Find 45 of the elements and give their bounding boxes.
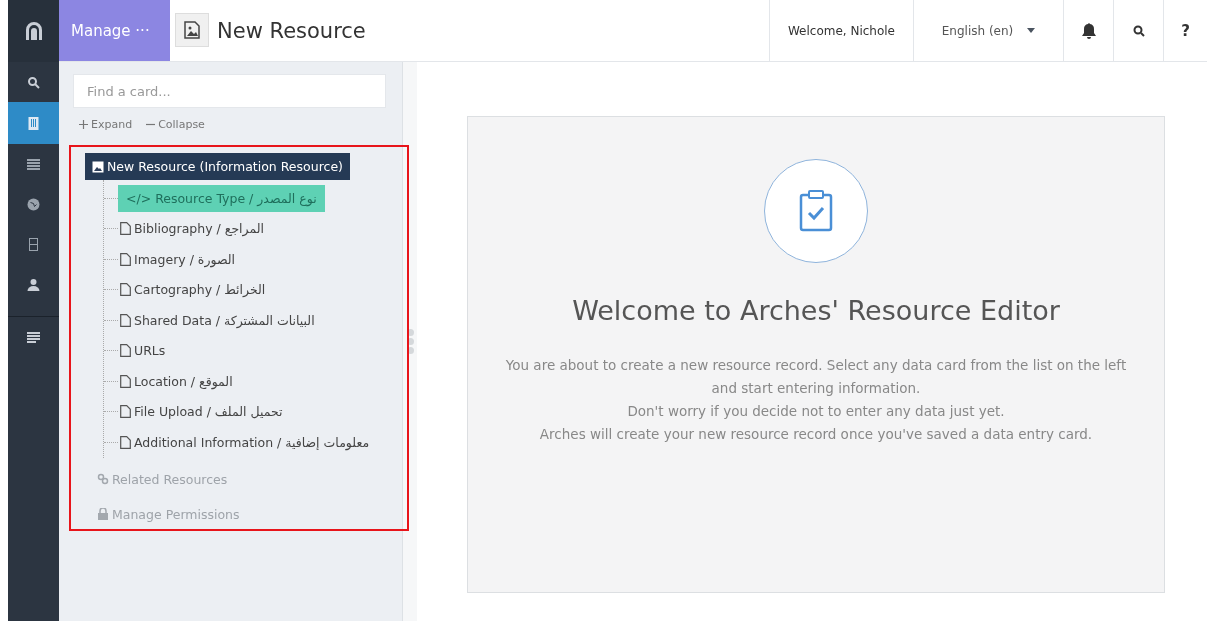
language-dropdown[interactable]: English (en)	[913, 0, 1063, 61]
film-icon	[27, 237, 40, 251]
search-field[interactable]: Find a card...	[73, 74, 386, 108]
expand-link[interactable]: Expand	[79, 118, 133, 131]
file-icon	[120, 313, 131, 327]
file-icon	[120, 374, 131, 388]
welcome-text: Don't worry if you decide not to enter any data just yet.	[627, 402, 1005, 421]
tree-item[interactable]: Imagery / الصورة	[118, 245, 241, 273]
file-icon	[120, 283, 131, 297]
tree-item[interactable]: New Resource (Information Resource)	[85, 153, 350, 180]
page-title: New Resource	[217, 18, 366, 43]
caret-icon	[1027, 28, 1036, 33]
welcome-link[interactable]: Welcome, Nichole	[768, 0, 913, 61]
search-icon	[27, 75, 40, 89]
globe-icon	[27, 197, 40, 211]
building-icon	[27, 116, 40, 130]
image-icon	[175, 13, 209, 47]
collapse-link[interactable]: Collapse	[146, 118, 205, 131]
tree-item[interactable]: URLs	[118, 337, 172, 365]
plus-icon	[79, 120, 88, 129]
welcome-text: Arches will create your new resource record once you've saved a data entry card.	[539, 425, 1093, 444]
user-icon	[27, 277, 40, 291]
tree-item[interactable]: Shared Data / البيانات المشتركة	[118, 306, 321, 334]
file-icon	[120, 435, 131, 449]
tree-item[interactable]: Bibliography / المراجع	[118, 215, 270, 243]
arch-logo-icon	[23, 21, 44, 41]
tree-item[interactable]: Additional Information / معلومات إضافية	[118, 428, 376, 456]
tree-item[interactable]: File Upload / تحميل الملف	[118, 398, 289, 426]
list-icon	[27, 157, 40, 171]
image-icon	[92, 160, 104, 173]
tree-item[interactable]: Cartography / الخرائط	[118, 276, 272, 304]
resize-handle[interactable]	[403, 62, 417, 621]
search-icon	[1132, 24, 1145, 37]
link-icon	[97, 473, 109, 485]
file-icon	[120, 222, 131, 236]
file-icon	[120, 252, 131, 266]
bell-icon	[1081, 22, 1096, 39]
welcome-text: You are about to create a new resource record. Select any data card from the list on the left and start entering information.	[504, 356, 1128, 398]
file-icon	[120, 344, 131, 358]
logo-tile[interactable]	[8, 0, 59, 62]
menu-icon	[27, 330, 40, 344]
lock-icon	[97, 508, 109, 520]
file-icon	[120, 405, 131, 419]
welcome-title: Welcome to Arches' Resource Editor	[572, 295, 1060, 326]
tree-item[interactable]: Location / الموقع	[118, 367, 239, 395]
